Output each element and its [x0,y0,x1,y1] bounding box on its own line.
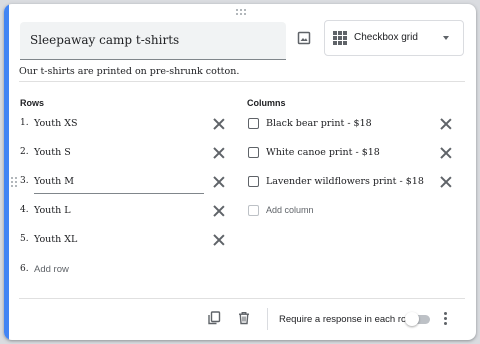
column-label[interactable]: Lavender wildflowers print - $18 [266,176,424,187]
add-row[interactable]: 6. Add row [20,260,230,282]
remove-column-icon[interactable] [440,147,452,159]
toggle-thumb[interactable] [405,312,419,326]
rows-heading: Rows [20,98,45,108]
copy-icon [208,311,221,325]
columns-heading: Columns [247,98,286,108]
row-item[interactable]: 1. Youth XS [20,114,230,136]
row-label[interactable]: Youth XL [34,234,77,245]
checkbox-icon [248,147,259,158]
row-drag-handle-icon[interactable] [11,177,17,187]
remove-column-icon[interactable] [440,118,452,130]
drag-handle-icon[interactable] [236,9,248,17]
more-options-icon[interactable] [444,312,448,326]
row-item[interactable]: 4. Youth L [20,201,230,223]
row-input-underline [34,193,204,194]
row-number: 3. [20,176,29,186]
row-number: 5. [20,234,29,244]
row-label[interactable]: Youth L [34,205,71,216]
image-icon [297,31,311,45]
trash-icon [239,311,249,325]
question-type-label: Checkbox grid [354,32,418,43]
active-accent-bar [4,4,9,340]
row-label[interactable]: Youth M [34,176,74,187]
delete-button[interactable] [235,309,253,327]
checkbox-icon [248,176,259,187]
grid-icon [333,31,347,45]
remove-row-icon[interactable] [213,176,225,188]
add-row-label[interactable]: Add row [34,264,69,275]
remove-row-icon[interactable] [213,205,225,217]
row-item[interactable]: 2. Youth S [20,143,230,165]
remove-row-icon[interactable] [213,118,225,130]
row-label[interactable]: Youth S [34,147,71,158]
add-column-label[interactable]: Add column [266,205,314,215]
remove-row-icon[interactable] [213,234,225,246]
remove-column-icon[interactable] [440,176,452,188]
row-label[interactable]: Youth XS [34,118,78,129]
column-item[interactable]: White canoe print - $18 [248,143,458,165]
row-item[interactable]: 5. Youth XL [20,230,230,252]
column-label[interactable]: Black bear print - $18 [266,118,372,129]
require-response-label: Require a response in each row [279,314,414,325]
footer-separator [267,308,268,330]
checkbox-icon [248,118,259,129]
row-item-focused[interactable]: 3. Youth M [11,172,230,194]
remove-row-icon[interactable] [213,147,225,159]
row-number: 2. [20,147,29,157]
add-column[interactable]: Add column [248,201,458,223]
row-number: 6. [20,264,29,274]
column-item[interactable]: Lavender wildflowers print - $18 [248,172,458,194]
column-label[interactable]: White canoe print - $18 [266,147,380,158]
question-description-input[interactable]: Our t-shirts are printed on pre-shrunk c… [19,64,465,82]
footer-divider [19,298,465,299]
duplicate-button[interactable] [205,309,223,327]
row-number: 4. [20,205,29,215]
question-title-input[interactable]: Sleepaway camp t-shirts [20,22,286,60]
checkbox-icon [248,205,259,216]
add-image-button[interactable] [295,29,313,47]
question-card: Sleepaway camp t-shirts Checkbox grid Ou… [4,4,476,340]
chevron-down-icon [443,36,449,40]
question-type-dropdown[interactable]: Checkbox grid [324,20,464,56]
row-number: 1. [20,118,29,128]
column-item[interactable]: Black bear print - $18 [248,114,458,136]
